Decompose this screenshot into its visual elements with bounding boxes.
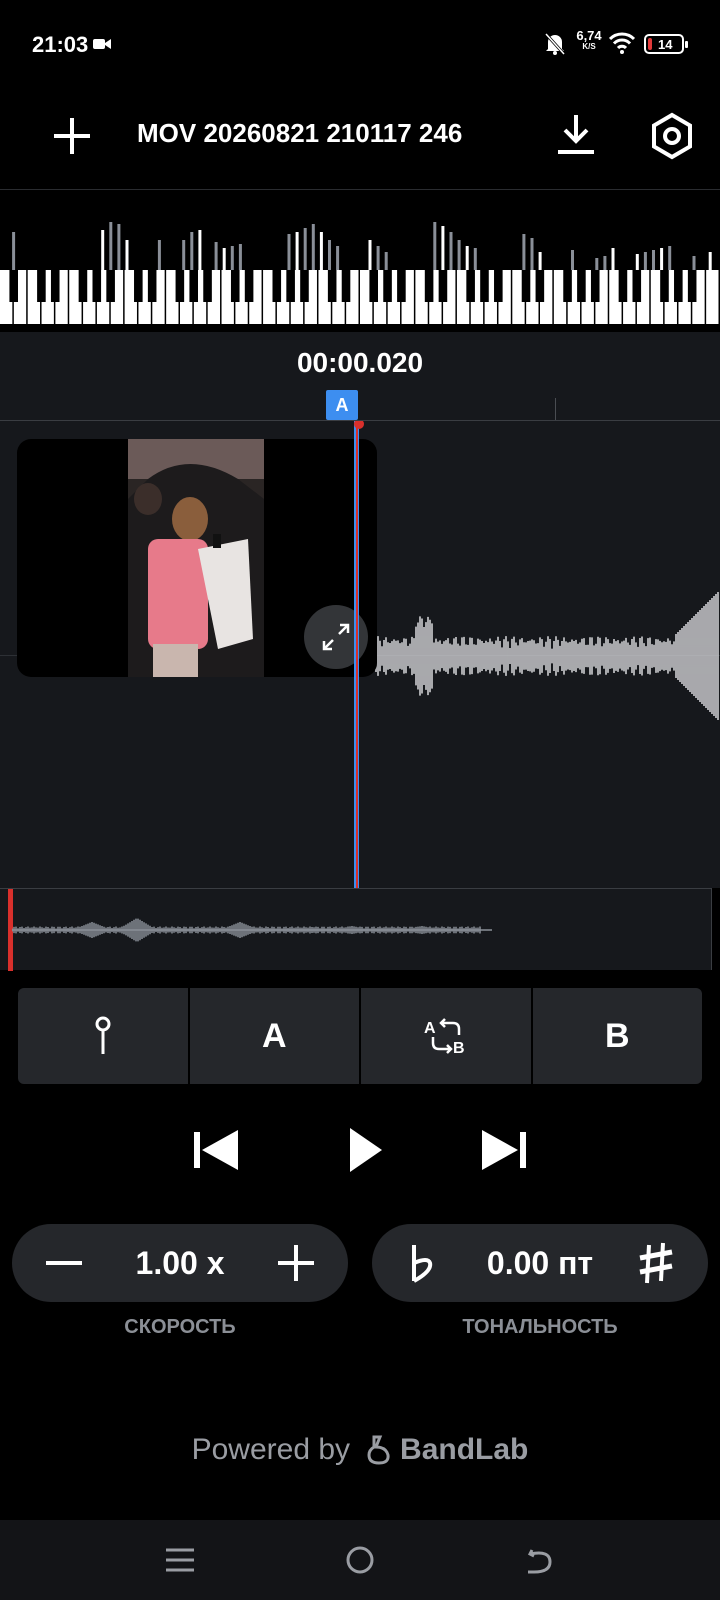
speed-label: СКОРОСТЬ [124, 1316, 236, 1338]
set-b-button[interactable]: B [532, 988, 702, 1084]
status-time: 21:03 [32, 32, 89, 57]
home-icon[interactable] [340, 1540, 380, 1580]
play-icon[interactable] [334, 1120, 390, 1180]
pitch-label: ТОНАЛЬНОСТЬ [462, 1316, 618, 1338]
overview-wave [12, 918, 492, 942]
timecode: 00:00.020 [296, 347, 424, 378]
transport-controls [0, 1120, 720, 1180]
network-speed: 6,74 K/S [576, 28, 602, 51]
pitch-control: 0.00 пт [372, 1224, 708, 1302]
ruler-tick [555, 398, 556, 420]
bandlab-logo: BandLab [364, 1433, 528, 1467]
video-frame [128, 439, 264, 677]
playhead-dot [354, 421, 364, 429]
timecode-bar: 00:00.020 A [0, 332, 720, 422]
download-icon[interactable] [556, 112, 596, 156]
bell-off-icon [544, 32, 566, 56]
bandlab-brand: BandLab [400, 1433, 529, 1466]
loop-controls: A A B B [18, 988, 702, 1084]
marker-a[interactable]: A [326, 390, 358, 420]
plus-icon[interactable] [274, 1241, 318, 1285]
sharp-icon[interactable] [634, 1241, 678, 1285]
playhead[interactable] [354, 421, 364, 888]
audio-waveform [374, 592, 719, 720]
status-bar: 21:03 6,74 K/S 14 [0, 0, 720, 92]
pin-button[interactable] [18, 988, 188, 1084]
svg-text:A: A [424, 1020, 436, 1037]
pin-icon [95, 1016, 111, 1054]
top-toolbar: MOV 20260821 210117 246 [0, 92, 720, 190]
file-title: MOV 20260821 210117 246 [137, 118, 463, 148]
battery-level: 14 [658, 37, 673, 52]
ab-loop-button[interactable]: A B [361, 988, 531, 1084]
video-preview[interactable] [17, 439, 377, 677]
waveform-track[interactable] [0, 421, 720, 888]
set-a-button[interactable]: A [189, 988, 359, 1084]
ab-loop-icon: A B [424, 1018, 465, 1057]
plus-icon[interactable] [50, 114, 94, 158]
piano-keyboard [0, 196, 720, 326]
piano-spectrum [0, 222, 719, 324]
skip-next-icon[interactable] [476, 1120, 532, 1180]
svg-text:B: B [453, 1040, 465, 1057]
battery-icon: 14 [644, 34, 688, 54]
wifi-icon [609, 32, 635, 54]
skip-previous-icon[interactable] [188, 1120, 244, 1180]
bandlab-icon [367, 1435, 390, 1465]
powered-by: Powered by BandLab [0, 1430, 720, 1470]
powered-by-text: Powered by [191, 1433, 351, 1466]
system-nav-bar [0, 1520, 720, 1600]
speed-control: 1.00 x [12, 1224, 348, 1302]
overview-waveform[interactable] [0, 888, 712, 971]
menu-icon[interactable] [160, 1540, 200, 1580]
video-camera-icon [93, 39, 111, 49]
settings-hexagon-icon[interactable] [650, 112, 694, 160]
back-icon[interactable] [520, 1540, 560, 1580]
